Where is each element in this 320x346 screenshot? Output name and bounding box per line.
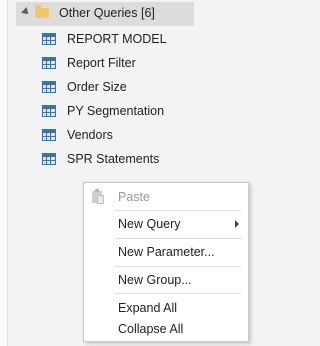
paste-icon	[92, 189, 104, 204]
query-label: Report Filter	[67, 56, 136, 70]
table-icon	[42, 57, 56, 69]
menu-separator	[114, 293, 242, 294]
query-label: Order Size	[67, 80, 127, 94]
menu-separator	[114, 266, 242, 267]
query-item-report-filter[interactable]: Report Filter	[42, 53, 136, 73]
context-menu: Paste New Query New Parameter... New Gro…	[83, 182, 249, 342]
query-label: Vendors	[67, 128, 113, 142]
menu-item-collapse-all[interactable]: Collapse All	[84, 317, 248, 341]
menu-item-label: New Query	[118, 217, 181, 231]
menu-item-label: Expand All	[118, 301, 178, 315]
query-item-spr-statements[interactable]: SPR Statements	[42, 149, 159, 169]
group-label: Other Queries [6]	[59, 6, 155, 20]
menu-item-label: New Parameter...	[118, 245, 215, 259]
table-icon	[42, 81, 56, 93]
table-icon	[42, 33, 56, 45]
table-icon	[42, 105, 56, 117]
menu-separator	[114, 238, 242, 239]
query-label: REPORT MODEL	[67, 32, 167, 46]
table-icon	[42, 129, 56, 141]
folder-icon	[35, 5, 49, 18]
query-item-py-segmentation[interactable]: PY Segmentation	[42, 101, 164, 121]
menu-item-new-query[interactable]: New Query	[84, 212, 248, 236]
queries-pane: Other Queries [6] REPORT MODEL Report Fi…	[0, 0, 253, 346]
menu-item-new-group[interactable]: New Group...	[84, 268, 248, 292]
menu-separator	[114, 210, 242, 211]
submenu-arrow-icon	[235, 220, 239, 228]
menu-item-label: Collapse All	[118, 322, 184, 336]
menu-item-new-parameter[interactable]: New Parameter...	[84, 240, 248, 264]
query-label: SPR Statements	[67, 152, 160, 166]
menu-item-label: New Group...	[118, 273, 192, 287]
query-item-order-size[interactable]: Order Size	[42, 77, 127, 97]
query-item-report-model[interactable]: REPORT MODEL	[42, 29, 167, 49]
query-label: PY Segmentation	[67, 104, 165, 118]
table-icon	[42, 153, 56, 165]
query-item-vendors[interactable]: Vendors	[42, 125, 113, 145]
query-group-other-queries[interactable]: Other Queries [6]	[16, 2, 194, 26]
menu-item-paste[interactable]: Paste	[84, 185, 248, 209]
collapse-triangle-icon[interactable]	[21, 7, 31, 17]
pane-gutter	[0, 0, 8, 346]
menu-item-label: Paste	[118, 190, 150, 204]
